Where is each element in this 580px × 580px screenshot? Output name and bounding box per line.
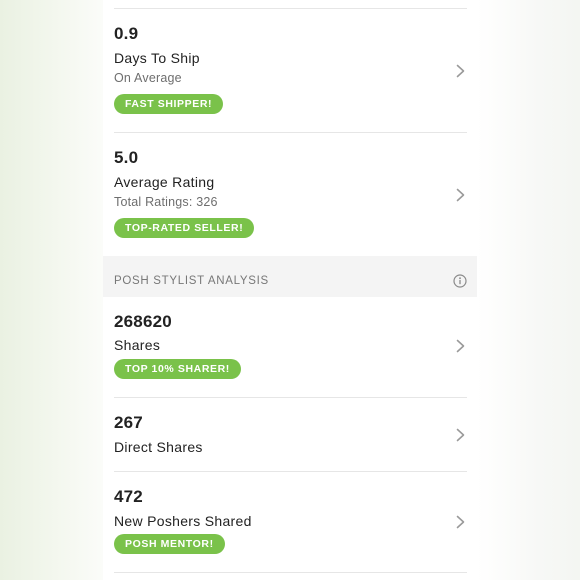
stat-value: 472 [114, 487, 143, 506]
stat-label: Shares [114, 337, 161, 353]
stat-row-days-to-ship[interactable]: 0.9 Days To Ship On Average FAST SHIPPER… [103, 9, 477, 132]
stat-label: Direct Shares [114, 439, 203, 455]
chevron-right-icon [456, 64, 465, 78]
stat-row-new-poshers-shared[interactable]: 472 New Poshers Shared POSH MENTOR! [103, 472, 477, 572]
stat-row-average-rating[interactable]: 5.0 Average Rating Total Ratings: 326 TO… [103, 133, 477, 256]
chevron-right-icon [456, 515, 465, 529]
status-badge: TOP 10% SHARER! [114, 359, 241, 379]
stat-label: Days To Ship [114, 50, 200, 66]
stat-row-shares[interactable]: 268620 Shares TOP 10% SHARER! [103, 297, 477, 397]
stat-subtext: On Average [114, 71, 182, 85]
stat-subtext: Total Ratings: 326 [114, 195, 218, 209]
background-right [477, 0, 580, 580]
section-header: POSH STYLIST ANALYSIS [103, 256, 477, 297]
stats-panel: 0.9 Days To Ship On Average FAST SHIPPER… [103, 0, 477, 580]
divider [114, 572, 467, 573]
chevron-right-icon [456, 428, 465, 442]
info-icon[interactable] [453, 274, 467, 288]
status-badge: POSH MENTOR! [114, 534, 225, 554]
stat-value: 0.9 [114, 24, 139, 43]
status-badge: TOP-RATED SELLER! [114, 218, 255, 238]
chevron-right-icon [456, 339, 465, 353]
stat-value: 267 [114, 413, 143, 432]
stat-value: 268620 [114, 312, 172, 331]
stat-value: 5.0 [114, 148, 139, 167]
section-title: POSH STYLIST ANALYSIS [114, 275, 269, 287]
stat-row-direct-shares[interactable]: 267 Direct Shares [103, 398, 477, 471]
status-badge: FAST SHIPPER! [114, 94, 224, 114]
chevron-right-icon [456, 188, 465, 202]
stat-label: New Poshers Shared [114, 513, 252, 529]
stat-label: Average Rating [114, 174, 215, 190]
